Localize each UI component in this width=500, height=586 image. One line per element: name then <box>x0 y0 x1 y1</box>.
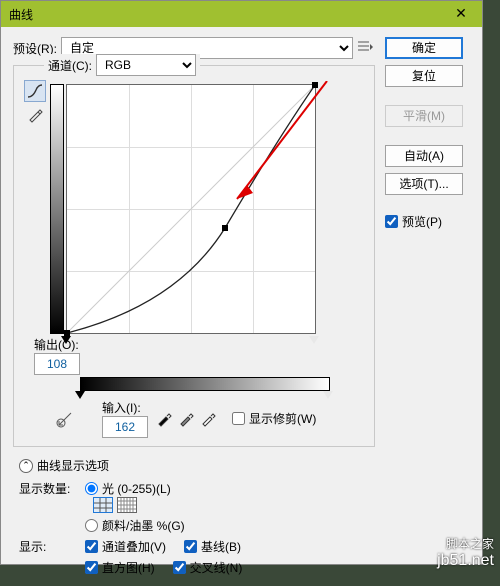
preview-checkbox[interactable]: 预览(P) <box>385 213 465 230</box>
eyedropper-black-icon[interactable] <box>154 409 174 429</box>
curve-tool-button[interactable] <box>24 80 46 102</box>
amount-pigment-radio[interactable]: 颜料/油墨 %(G) <box>85 517 375 534</box>
curves-graph[interactable] <box>66 84 316 334</box>
channel-overlay-checkbox[interactable]: 通道叠加(V) <box>85 538 166 555</box>
expand-toggle-icon[interactable]: ⌃ <box>19 459 33 473</box>
input-input[interactable] <box>102 416 148 438</box>
preset-menu-icon[interactable] <box>357 39 375 57</box>
white-slider[interactable] <box>309 336 319 344</box>
channel-select[interactable]: RGB <box>96 54 196 76</box>
black-input-slider[interactable] <box>75 391 85 399</box>
show-amount-label: 显示数量: <box>19 480 79 513</box>
show-label: 显示: <box>19 538 79 555</box>
auto-button[interactable]: 自动(A) <box>385 145 463 167</box>
reset-button[interactable]: 复位 <box>385 65 463 87</box>
baseline-checkbox[interactable]: 基线(B) <box>184 538 241 555</box>
curve-display-options-label: 曲线显示选项 <box>37 457 109 474</box>
output-label: 输出(O): <box>34 336 330 353</box>
watermark-name: 脚本之家 <box>446 535 494 552</box>
histogram-checkbox[interactable]: 直方图(H) <box>85 559 155 576</box>
window-title: 曲线 <box>9 6 33 23</box>
output-gradient <box>50 84 64 334</box>
show-clipping-checkbox[interactable]: 显示修剪(W) <box>232 410 316 427</box>
pencil-tool-button[interactable] <box>24 104 46 126</box>
intersection-checkbox[interactable]: 交叉线(N) <box>173 559 243 576</box>
curve-point-mid[interactable] <box>222 225 228 231</box>
watermark-site: jb51.net <box>437 552 494 570</box>
eyedropper-gray-icon[interactable] <box>176 409 196 429</box>
amount-light-radio[interactable]: 光 (0-255)(L) <box>85 480 375 497</box>
eyedropper-white-icon[interactable] <box>198 409 218 429</box>
grid-fine-icon[interactable] <box>117 497 137 513</box>
white-input-slider[interactable] <box>323 391 333 399</box>
close-button[interactable]: ✕ <box>440 1 482 27</box>
smooth-button: 平滑(M) <box>385 105 463 127</box>
input-gradient <box>80 377 330 391</box>
annotation-arrow <box>177 81 347 221</box>
ok-button[interactable]: 确定 <box>385 37 463 59</box>
target-adjust-icon[interactable] <box>54 408 76 430</box>
options-button[interactable]: 选项(T)... <box>385 173 463 195</box>
input-label: 输入(I): <box>102 399 148 416</box>
grid-coarse-icon[interactable] <box>93 497 113 513</box>
black-slider[interactable] <box>61 336 71 344</box>
channel-label: 通道(C): <box>48 57 92 74</box>
output-input[interactable] <box>34 353 80 375</box>
titlebar: 曲线 ✕ <box>1 1 482 27</box>
